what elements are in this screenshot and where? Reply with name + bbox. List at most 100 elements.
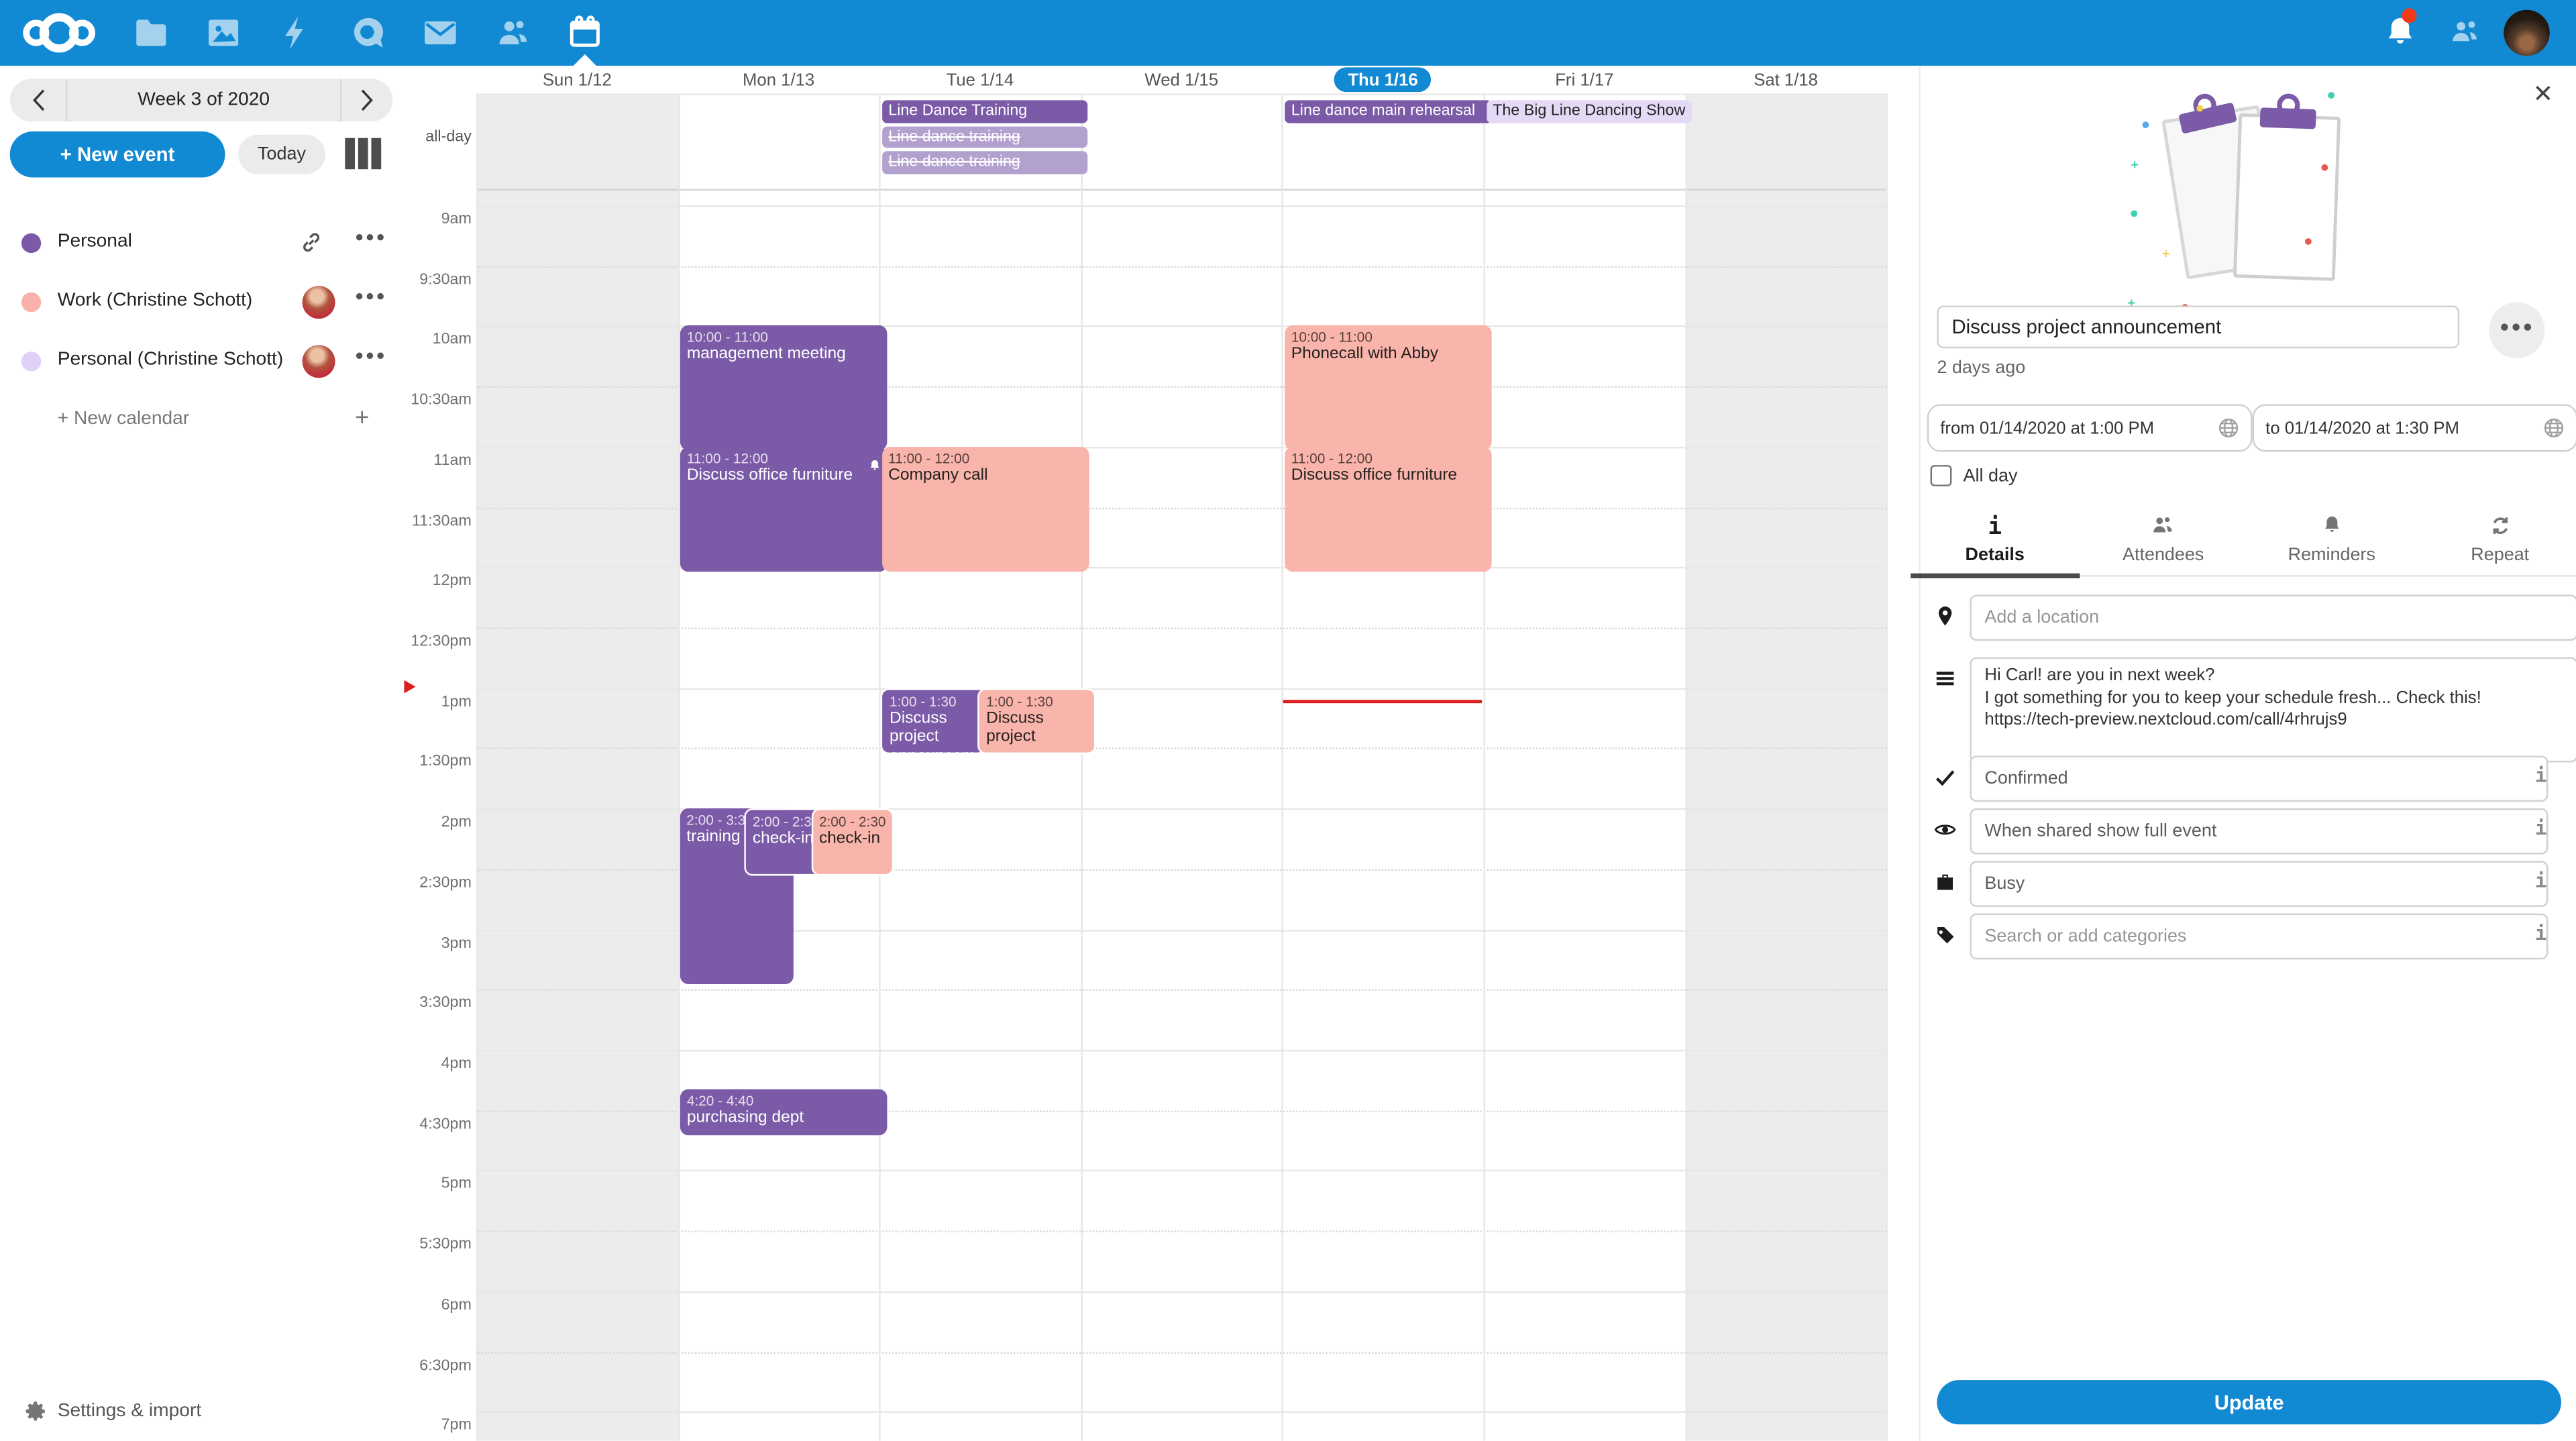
share-link-icon[interactable] — [299, 230, 324, 255]
timezone-globe-icon[interactable] — [2218, 417, 2239, 439]
info-icon: i — [1988, 513, 2002, 539]
grid-line — [476, 1411, 1886, 1413]
day-header[interactable]: Tue 1/14 — [879, 66, 1081, 94]
next-week-button[interactable] — [340, 79, 392, 122]
grid-line — [476, 1291, 1886, 1293]
calendar-list-item[interactable]: Personal (Christine Schott)●●● — [0, 341, 402, 381]
user-avatar[interactable] — [2504, 10, 2550, 56]
calendar-event[interactable]: 2:00 - 2:30check-in — [811, 808, 894, 876]
new-calendar-button[interactable]: + New calendar — [58, 409, 189, 429]
calendar-event[interactable]: 4:20 - 4:40purchasing dept — [680, 1089, 888, 1134]
event-title: management meeting — [687, 345, 881, 364]
time-axis-label: 6pm — [402, 1296, 472, 1314]
repeat-icon — [2487, 513, 2513, 539]
new-event-button[interactable]: + New event — [10, 131, 225, 178]
bell-icon — [2319, 513, 2344, 539]
time-axis-label: 3pm — [402, 934, 472, 952]
calendar-actions-menu-icon[interactable]: ●●● — [355, 228, 386, 244]
settings-and-import[interactable]: Settings & import — [0, 1397, 402, 1430]
event-time: 4:20 - 4:40 — [687, 1093, 881, 1109]
mail-app-icon[interactable] — [421, 13, 460, 53]
grid-line — [476, 1231, 1886, 1232]
day-header[interactable]: Wed 1/15 — [1081, 66, 1282, 94]
today-button[interactable]: Today — [238, 135, 325, 174]
all-day-event[interactable]: Line dance training — [881, 151, 1088, 173]
calendar-event[interactable]: 10:00 - 11:00Phonecall with Abby — [1285, 326, 1492, 451]
notifications-bell-icon[interactable] — [2381, 13, 2420, 53]
week-label[interactable]: Week 3 of 2020 — [67, 79, 340, 122]
visibility-select[interactable] — [1970, 808, 2548, 855]
calendar-app-icon[interactable] — [565, 13, 604, 53]
files-app-icon[interactable] — [131, 13, 171, 53]
event-title: Discuss office furniture — [687, 466, 881, 485]
status-select[interactable] — [1970, 756, 2548, 802]
contacts-app-icon[interactable] — [493, 13, 533, 53]
description-textarea[interactable]: Hi Carl! are you in next week? I got som… — [1970, 657, 2576, 763]
nextcloud-logo[interactable] — [19, 11, 99, 54]
calendar-list-item[interactable]: Personal ●●● — [0, 223, 402, 263]
time-axis-label: 3:30pm — [402, 994, 472, 1012]
day-header[interactable]: Sat 1/18 — [1685, 66, 1886, 94]
calendar-actions-menu-icon[interactable]: ●●● — [355, 288, 386, 304]
time-axis-label: 10:30am — [402, 391, 472, 409]
event-time: 10:00 - 11:00 — [687, 329, 881, 345]
timezone-globe-icon[interactable] — [2543, 417, 2565, 439]
info-icon[interactable]: i — [2535, 764, 2547, 787]
event-editor-panel: ✕ + + + ●●● 2 days ago from 01/14/2020 a… — [1919, 66, 2576, 1441]
contacts-menu-icon[interactable] — [2447, 13, 2486, 53]
activity-app-icon[interactable] — [276, 13, 315, 53]
all-day-event[interactable]: The Big Line Dancing Show — [1486, 100, 1693, 122]
eye-icon — [1933, 816, 1956, 843]
categories-input[interactable] — [1970, 914, 2548, 960]
column-border — [678, 94, 679, 1441]
notification-dot — [2402, 8, 2416, 23]
close-icon[interactable]: ✕ — [2527, 79, 2560, 112]
freebusy-select[interactable] — [1970, 861, 2548, 907]
talk-app-icon[interactable] — [348, 13, 388, 53]
calendar-event[interactable]: 10:00 - 11:00management meeting — [680, 326, 888, 451]
photos-app-icon[interactable] — [204, 13, 244, 53]
grid-line — [476, 1050, 1886, 1051]
editor-tabs: iDetailsAttendeesRemindersRepeat — [1911, 506, 2576, 576]
view-toggle-icon[interactable] — [340, 138, 386, 171]
calendar-event[interactable]: 11:00 - 12:00Discuss office furniture — [680, 447, 888, 572]
previous-week-button[interactable] — [10, 79, 68, 122]
week-view-grid: all-day Sun 1/12Mon 1/13Tue 1/14Wed 1/15… — [402, 66, 1919, 1441]
top-navigation-bar — [0, 0, 2576, 66]
day-header[interactable]: Fri 1/17 — [1484, 66, 1685, 94]
day-header[interactable]: Thu 1/16 — [1282, 66, 1483, 94]
tab-reminders[interactable]: Reminders — [2247, 506, 2416, 575]
calendar-event[interactable]: 11:00 - 12:00Discuss office furniture — [1285, 447, 1492, 572]
event-time: 2:00 - 2:30 — [819, 814, 885, 830]
all-day-checkbox[interactable] — [1931, 465, 1952, 486]
all-day-event[interactable]: Line dance main rehearsal — [1285, 100, 1491, 122]
all-day-event[interactable]: Line dance training — [881, 125, 1088, 148]
all-day-event[interactable]: Line Dance Training — [881, 100, 1088, 122]
plus-icon[interactable]: + — [355, 404, 369, 432]
calendar-event[interactable]: 11:00 - 12:00Company call — [881, 447, 1089, 572]
grid-line — [476, 688, 1886, 689]
tab-repeat[interactable]: Repeat — [2416, 506, 2576, 575]
location-input[interactable] — [1970, 595, 2576, 641]
location-pin-icon — [1933, 603, 1956, 629]
tab-attendees[interactable]: Attendees — [2079, 506, 2247, 575]
calendar-actions-menu-icon[interactable]: ●●● — [355, 347, 386, 363]
end-datetime-field[interactable]: to 01/14/2020 at 1:30 PM — [2253, 404, 2576, 451]
update-button[interactable]: Update — [1937, 1380, 2561, 1424]
briefcase-icon — [1933, 869, 1956, 896]
day-header[interactable]: Mon 1/13 — [678, 66, 879, 94]
info-icon[interactable]: i — [2535, 869, 2547, 892]
event-title: purchasing dept — [687, 1110, 881, 1128]
event-title-input[interactable] — [1937, 306, 2459, 349]
calendar-list-item[interactable]: Work (Christine Schott)●●● — [0, 282, 402, 322]
info-icon[interactable]: i — [2535, 816, 2547, 839]
day-header[interactable]: Sun 1/12 — [476, 66, 678, 94]
time-axis-label: 11am — [402, 451, 472, 470]
start-datetime-field[interactable]: from 01/14/2020 at 1:00 PM — [1927, 404, 2253, 451]
time-axis-label: 4pm — [402, 1055, 472, 1073]
info-icon[interactable]: i — [2535, 922, 2547, 945]
more-actions-button[interactable]: ●●● — [2489, 303, 2544, 358]
tab-details[interactable]: iDetails — [1911, 506, 2079, 575]
grid-line — [476, 266, 1886, 267]
calendar-event[interactable]: 1:00 - 1:30Discuss project — [978, 688, 1095, 753]
